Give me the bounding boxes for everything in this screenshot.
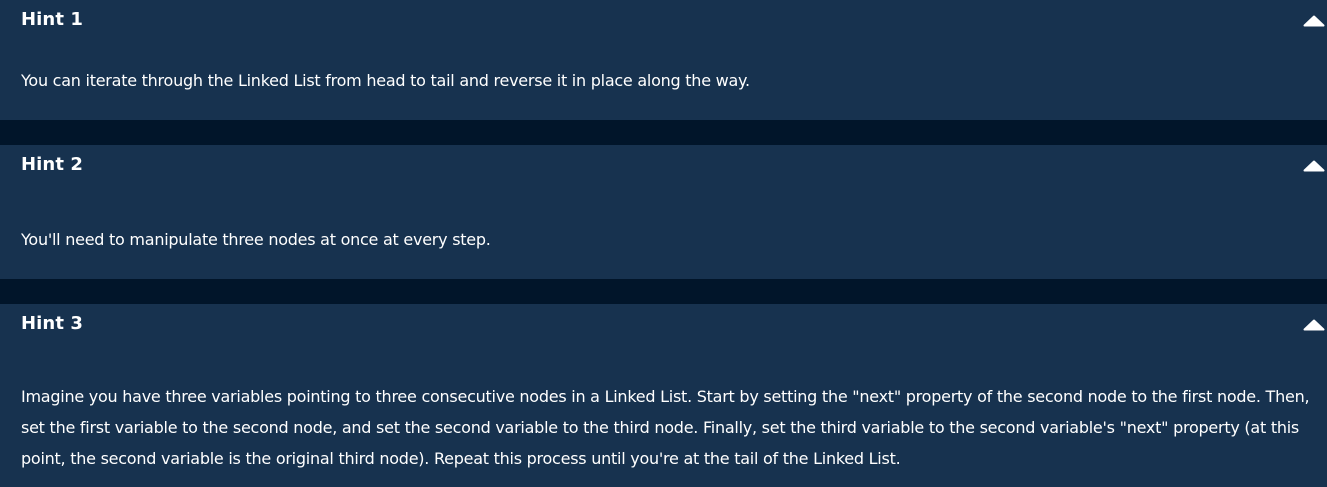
hint-title-3: Hint 3 <box>21 313 84 334</box>
chevron-up-icon[interactable] <box>1303 158 1325 172</box>
hint-text-3: Imagine you have three variables pointin… <box>21 387 1310 468</box>
hint-text-2: You'll need to manipulate three nodes at… <box>21 230 491 249</box>
hint-header-3[interactable]: Hint 3 <box>0 304 1327 344</box>
chevron-up-icon[interactable] <box>1303 317 1325 331</box>
hint-header-1[interactable]: Hint 1 <box>0 0 1327 40</box>
hint-header-2[interactable]: Hint 2 <box>0 145 1327 185</box>
hint-text-1: You can iterate through the Linked List … <box>21 71 750 90</box>
chevron-up-icon[interactable] <box>1303 13 1325 27</box>
hint-title-1: Hint 1 <box>21 9 84 30</box>
hint-card-1: Hint 1 You can iterate through the Linke… <box>0 0 1327 120</box>
hints-panel: Hint 1 You can iterate through the Linke… <box>0 0 1327 487</box>
hint-title-2: Hint 2 <box>21 154 84 175</box>
hint-card-2: Hint 2 You'll need to manipulate three n… <box>0 145 1327 279</box>
hint-card-3: Hint 3 Imagine you have three variables … <box>0 304 1327 487</box>
